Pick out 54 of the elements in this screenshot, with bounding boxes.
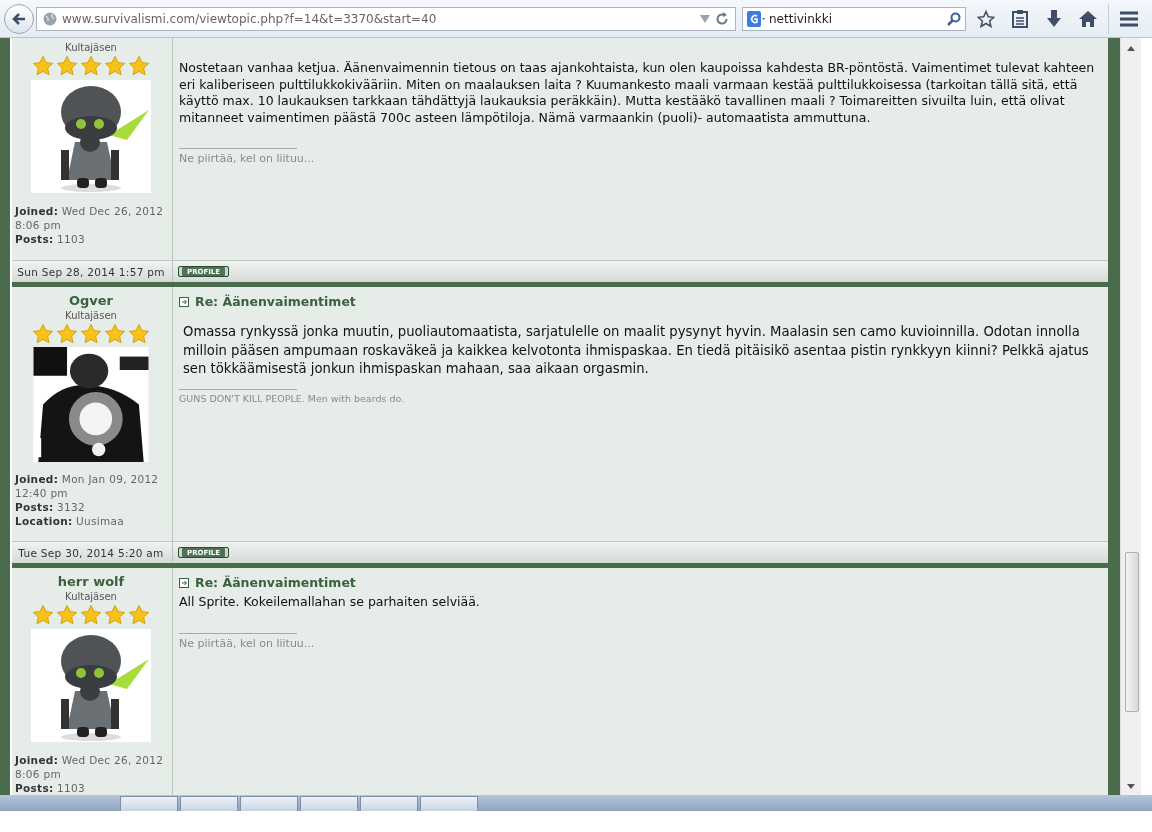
star-icon: [56, 604, 78, 626]
signature: GUNS DON'T KILL PEOPLE. Men with beards do.: [179, 391, 405, 404]
star-icon: [104, 323, 126, 345]
star-icon: [104, 55, 126, 77]
star-icon: [80, 323, 102, 345]
star-icon: [80, 55, 102, 77]
star-icon: [32, 604, 54, 626]
signature: Ne piirtää, kel on liituu...: [179, 151, 315, 165]
star-icon: [56, 323, 78, 345]
search-icon[interactable]: [947, 11, 961, 26]
user-rank: Kultajäsen: [65, 310, 117, 321]
post-date: Tue Sep 30, 2014 5:20 am: [10, 542, 173, 563]
address-bar[interactable]: www.survivalismi.com/viewtopic.php?f=14&t=3370&start=40: [36, 6, 736, 31]
scrollbar[interactable]: [1120, 38, 1141, 795]
profile-detail: Location: Uusimaa: [15, 514, 125, 528]
post-date: Sun Sep 28, 2014 1:57 pm: [10, 261, 173, 282]
star-icon: [128, 323, 150, 345]
profile-detail: Posts: 1103: [15, 781, 86, 795]
star-icon: [128, 55, 150, 77]
globe-icon: [43, 11, 57, 26]
search-engine-icon[interactable]: [747, 10, 765, 27]
star-icon: [104, 604, 126, 626]
author-name[interactable]: Ogver: [68, 293, 114, 308]
post-icon: [179, 577, 189, 588]
profile-detail: Posts: 1103: [15, 232, 86, 246]
signature: Ne piirtää, kel on liituu...: [179, 635, 315, 650]
star-icon: [56, 55, 78, 77]
search-field[interactable]: nettivinkki: [742, 6, 966, 31]
dropdown-icon[interactable]: [700, 14, 710, 23]
scroll-down-icon[interactable]: [1126, 783, 1136, 791]
back-button[interactable]: [4, 3, 34, 34]
post-title[interactable]: Re: Äänenvaimentimet: [195, 575, 356, 590]
scroll-up-icon[interactable]: [1126, 44, 1136, 52]
star-icon: [128, 604, 150, 626]
reload-icon[interactable]: [715, 11, 729, 26]
user-rank: Kultajäsen: [65, 42, 117, 53]
post-title[interactable]: Re: Äänenvaimentimet: [195, 294, 356, 309]
author-name[interactable]: herr wolf: [57, 574, 125, 589]
profile-detail: Joined: Mon Jan 09, 2012 12:40 pm: [15, 472, 160, 500]
search-input[interactable]: nettivinkki: [769, 11, 943, 26]
scroll-thumb[interactable]: [1125, 552, 1139, 712]
back-arrow-icon: [11, 10, 27, 27]
user-rank: Kultajäsen: [65, 591, 117, 602]
post-text: All Sprite. Kokeilemallahan se parhaiten selviää.: [179, 594, 481, 611]
profile-detail: Joined: Wed Dec 26, 2012 8:06 pm: [15, 753, 165, 781]
profile-detail: Joined: Wed Dec 26, 2012 8:06 pm: [15, 204, 165, 232]
profile-detail: Posts: 3132: [15, 500, 86, 514]
star-icon: [32, 323, 54, 345]
post-text: Nostetaan vanhaa ketjua. Äänenvaimennin tietous on taas ajankohtaista, kun olen kaupoissa kahdesta BR-pöntöstä. Vaimentimet tulevat kahteen eri kaliberiseen pulttilukkokivääriin. Miten on maalauksen laita ? Kuumankesto maali varmaan kestää pulttilukkoisessa (tarkoitan tällä sitä, että käyttö max. 10 laukauksen tarkkaan tähdättyjä laukauksia peräkkäin). Mutta kestääkö tavallinen maali ? Toimareitten sivuilta luin, että olivat mitanneet vaimentimen päästä 700c asteen lämpötiloja. Nämä varmaankin (puoli)- automaatista ammuttuna.: [179, 60, 1096, 126]
post-icon: [179, 296, 189, 307]
url-field[interactable]: www.survivalismi.com/viewtopic.php?f=14&t=3370&start=40: [62, 11, 695, 26]
post-text: Omassa rynkyssä jonka muutin, puoliautomaatista, sarjatulelle on maalit pysynyt hyvin. Maalasin sen camo kuvioinnilla. Odotan innolla milloin pääsen ampumaan roskaväkeä ja kaikkea kelvotonta ihmispaskaa. En tiedä pitäisikö asentaa pistin rynkkyyn kiinni? Pelkkä ajatus sen tökkäämisestä jonkun ihmispaskan mahaan, saa aikaan orgasmin.: [182, 323, 1090, 378]
star-icon: [80, 604, 102, 626]
star-icon: [32, 55, 54, 77]
